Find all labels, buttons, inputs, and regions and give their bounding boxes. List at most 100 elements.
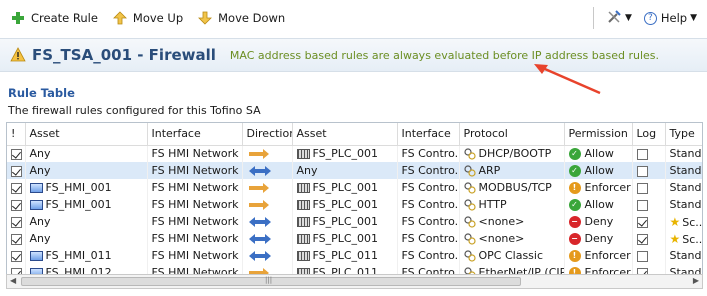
enabled-checkbox[interactable] (11, 182, 22, 194)
dst-asset-label: Any (296, 164, 318, 177)
protocol-icon (463, 199, 476, 211)
log-checkbox[interactable] (636, 250, 648, 262)
bidirectional-arrow-icon (247, 215, 273, 228)
asset-cell: Any (25, 162, 148, 179)
dst-asset-label: FS_PLC_001 (312, 181, 379, 194)
protocol-cell: DHCP/BOOTP (459, 145, 565, 162)
log-cell[interactable] (632, 179, 666, 196)
type-label: Sc... (682, 232, 703, 246)
permission-cell: ! Enforcer (564, 247, 633, 264)
column-header[interactable]: Log (632, 123, 666, 146)
log-cell[interactable] (632, 230, 666, 247)
enabled-cell[interactable] (7, 162, 26, 179)
move-up-button[interactable]: Move Up (112, 7, 183, 29)
right-arrow-icon (247, 198, 273, 211)
enabled-checkbox[interactable] (11, 148, 22, 160)
move-up-label: Move Up (132, 11, 184, 25)
dst-interface-cell: FS Contro... (397, 213, 460, 230)
dst-interface-cell: FS Contro... (397, 179, 460, 196)
create-rule-button[interactable]: Create Rule (10, 7, 98, 29)
pc-icon (29, 183, 43, 193)
column-header[interactable]: Protocol (459, 123, 565, 146)
permission-label: Deny (584, 215, 614, 228)
log-cell[interactable] (632, 213, 666, 230)
log-cell[interactable] (632, 145, 666, 162)
log-cell[interactable] (632, 162, 666, 179)
dst-asset-label: FS_PLC_001 (312, 232, 379, 245)
protocol-label: OPC Classic (478, 249, 544, 262)
column-header[interactable]: Direction (242, 123, 293, 146)
type-label: Stand... (669, 147, 703, 161)
log-cell[interactable] (632, 247, 666, 264)
move-down-label: Move Down (218, 11, 286, 25)
protocol-icon (463, 250, 476, 262)
type-cell: Stand... (665, 179, 702, 196)
type-cell: Stand... (665, 162, 702, 179)
column-header[interactable]: Interface (147, 123, 243, 146)
column-header[interactable]: ! (7, 123, 26, 146)
table-row[interactable]: Any FS HMI Network FS_PLC_001 FS Contro... <… (7, 213, 702, 230)
type-cell: Stand... (665, 247, 702, 264)
permission-cell: − Deny (564, 230, 633, 247)
enabled-cell[interactable] (7, 179, 26, 196)
interface-cell: FS HMI Network (147, 230, 243, 247)
table-row[interactable]: FS_HMI_001 FS HMI Network FS_PLC_001 FS Con… (7, 179, 702, 196)
right-arrow-icon (247, 181, 273, 194)
table-row[interactable]: Any FS HMI Network FS_PLC_001 FS Contro... <… (7, 230, 703, 247)
direction-cell (242, 230, 293, 247)
asset-cell: Any (25, 145, 148, 162)
table-row[interactable]: Any FS HMI Network Any FS Contro... ARP ✓ Allo… (7, 162, 702, 179)
permission-label: Allow (584, 198, 614, 211)
protocol-label: <none> (478, 232, 525, 245)
column-header[interactable]: Asset (25, 123, 148, 146)
permission-cell: ! Enforcer (564, 179, 633, 196)
column-header[interactable]: Asset (292, 123, 398, 146)
permission-cell: − Deny (564, 213, 633, 230)
asset-label: Any (29, 164, 51, 177)
protocol-label: MODBUS/TCP (478, 181, 552, 194)
column-header[interactable]: Interface (397, 123, 460, 146)
log-checkbox[interactable] (636, 199, 648, 211)
log-checkbox[interactable] (636, 165, 648, 177)
log-checkbox[interactable] (636, 233, 648, 245)
enabled-checkbox[interactable] (11, 250, 22, 262)
enabled-checkbox[interactable] (11, 233, 22, 245)
enabled-cell[interactable] (7, 196, 26, 213)
enabled-cell[interactable] (7, 213, 26, 230)
log-checkbox[interactable] (636, 148, 648, 160)
horizontal-scrollbar[interactable]: ◀ ||| ▶ (6, 274, 703, 289)
enabled-checkbox[interactable] (11, 216, 22, 228)
log-cell[interactable] (632, 196, 666, 213)
type-cell: ★Sc... (665, 230, 703, 247)
column-header[interactable]: Permission (564, 123, 633, 146)
allow-icon: ✓ (568, 199, 581, 211)
enabled-cell[interactable] (7, 230, 26, 247)
tools-icon[interactable] (606, 9, 622, 28)
asset-cell: FS_HMI_001 (25, 179, 148, 196)
move-down-button[interactable]: Move Down (197, 7, 285, 29)
scroll-right-icon[interactable]: ▶ (693, 276, 699, 285)
table-header: ! Asset Interface Direction Asset Interf… (7, 123, 702, 146)
plc-icon (296, 217, 310, 227)
table-row[interactable]: FS_HMI_011 FS HMI Network FS_PLC_011 FS Con… (7, 247, 702, 264)
column-header[interactable]: Type (665, 123, 702, 146)
tools-dropdown-icon[interactable]: ▼ (625, 13, 632, 23)
dst-interface-cell: FS Contro... (397, 247, 460, 264)
enabled-cell[interactable] (7, 247, 26, 264)
log-checkbox[interactable] (636, 216, 648, 228)
help-button[interactable]: ? Help ▼ (643, 11, 697, 25)
scroll-left-icon[interactable]: ◀ (10, 276, 16, 285)
enabled-checkbox[interactable] (11, 199, 22, 211)
interface-cell: FS HMI Network (147, 247, 243, 264)
dst-asset-label: FS_PLC_011 (312, 249, 379, 262)
direction-cell (242, 247, 293, 264)
dst-interface-cell: FS Contro... (397, 145, 460, 162)
log-checkbox[interactable] (636, 182, 648, 194)
protocol-icon (463, 165, 476, 177)
enabled-checkbox[interactable] (11, 165, 22, 177)
table-row[interactable]: FS_HMI_001 FS HMI Network FS_PLC_001 FS Con… (7, 196, 702, 213)
bidirectional-arrow-icon (247, 249, 273, 262)
dst-asset-cell: Any (292, 162, 398, 179)
enabled-cell[interactable] (7, 145, 26, 162)
table-row[interactable]: Any FS HMI Network FS_PLC_001 FS Contro... D… (7, 145, 703, 162)
